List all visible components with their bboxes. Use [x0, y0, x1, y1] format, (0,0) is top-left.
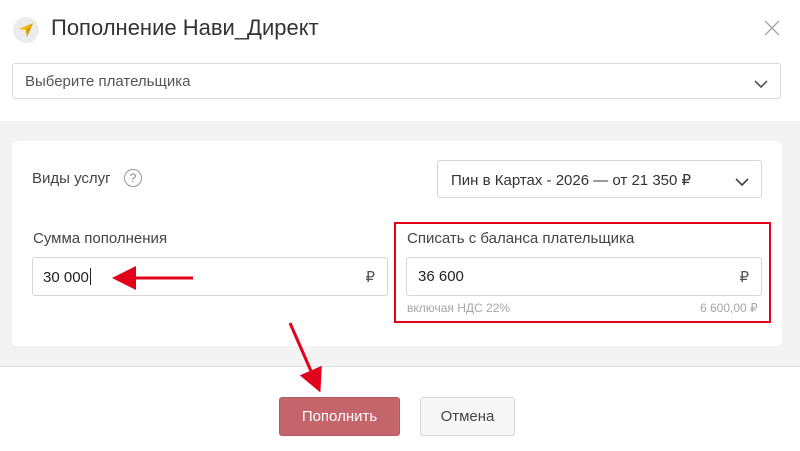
- services-label: Виды услуг: [32, 170, 111, 187]
- debit-balance-input[interactable]: 36 600 ₽: [406, 257, 762, 296]
- vat-amount: 6 600,00 ₽: [700, 301, 758, 315]
- chevron-down-icon: [754, 76, 768, 94]
- currency-sign: ₽: [365, 269, 375, 286]
- navigation-arrow-icon: [13, 17, 39, 43]
- topup-amount-input[interactable]: 30 000 ₽: [32, 257, 388, 296]
- payer-select-placeholder: Выберите плательщика: [25, 73, 191, 90]
- dialog-title: Пополнение Нави_Директ: [51, 15, 319, 40]
- submit-button[interactable]: Пополнить: [279, 397, 400, 436]
- services-selected-value: Пин в Картах - 2026 — от 21 350 ₽: [451, 172, 692, 189]
- topup-amount-label: Сумма пополнения: [33, 230, 168, 247]
- cancel-button[interactable]: Отмена: [420, 397, 515, 436]
- services-select[interactable]: Пин в Картах - 2026 — от 21 350 ₽: [437, 160, 762, 198]
- debit-balance-value: 36 600: [418, 268, 464, 285]
- footer-divider: [0, 366, 800, 367]
- payer-select[interactable]: Выберите плательщика: [12, 63, 781, 99]
- chevron-down-icon: [735, 174, 749, 192]
- topup-amount-value: 30 000: [43, 268, 91, 286]
- debit-balance-label: Списать с баланса плательщика: [407, 230, 635, 247]
- vat-note: включая НДС 22%: [407, 301, 511, 315]
- close-icon[interactable]: [762, 18, 782, 38]
- question-icon[interactable]: ?: [124, 169, 142, 187]
- dialog-header: Пополнение Нави_Директ: [0, 0, 800, 56]
- currency-sign: ₽: [739, 269, 749, 286]
